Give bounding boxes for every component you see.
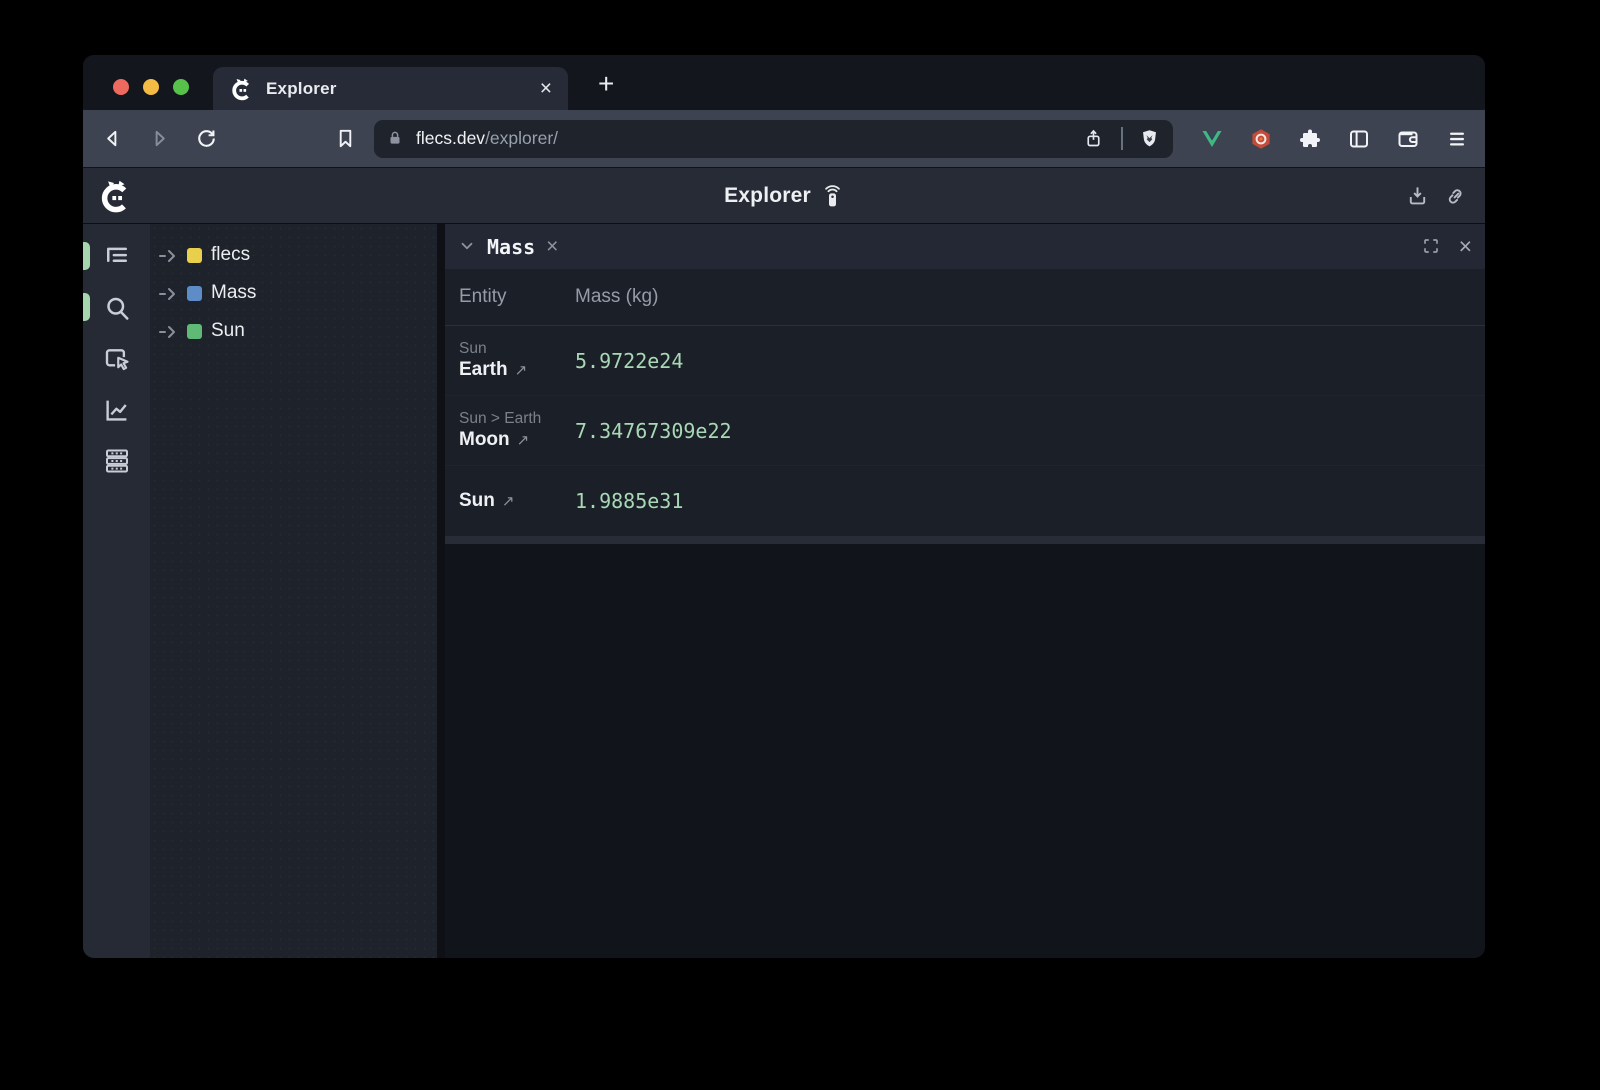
tree-item-label: Sun (211, 320, 245, 342)
new-tab-button[interactable]: + (598, 70, 614, 98)
open-entity-icon[interactable]: ↗ (517, 431, 530, 449)
tab-bar: Explorer × + (83, 55, 1485, 110)
forward-icon[interactable] (146, 126, 172, 152)
open-entity-icon[interactable]: ↗ (502, 492, 515, 510)
vue-devtools-icon[interactable] (1199, 126, 1224, 151)
entity-color-square (187, 286, 202, 301)
url-path: /explorer/ (485, 128, 558, 148)
query-close-icon[interactable]: × (546, 236, 558, 257)
link-icon[interactable] (1445, 184, 1469, 208)
expand-chevron-icon[interactable] (159, 247, 181, 263)
active-indicator-search (83, 293, 90, 321)
browser-window: Explorer × + flecs.dev/explorer/ (83, 55, 1485, 958)
mass-value: 1.9885e31 (575, 489, 1485, 513)
flecs-logo (97, 177, 135, 215)
remote-connection-icon (820, 184, 844, 208)
flecs-favicon (229, 76, 255, 102)
browser-toolbar: flecs.dev/explorer/ (83, 110, 1485, 167)
sidebar-panel-icon[interactable] (1346, 126, 1371, 151)
mass-value: 5.9722e24 (575, 349, 1485, 373)
app-header: Explorer (83, 167, 1485, 223)
tree-item-mass[interactable]: Mass (150, 274, 437, 312)
brave-shield-icon[interactable] (1137, 127, 1161, 151)
inspect-icon[interactable] (100, 342, 134, 376)
tab-close-icon[interactable]: × (540, 78, 552, 99)
tree-view-icon[interactable] (100, 240, 134, 274)
tree-item-label: Mass (211, 282, 256, 304)
column-header-mass: Mass (kg) (575, 286, 1485, 308)
share-icon[interactable] (1081, 127, 1105, 151)
expand-chevron-icon[interactable] (159, 285, 181, 301)
chart-icon[interactable] (100, 393, 134, 427)
table-row[interactable]: Sun ↗ 1.9885e31 (445, 466, 1485, 536)
query-title: Mass (487, 235, 535, 259)
query-panel: Mass × × Entity Mass (kg) Sun Earth ↗ (445, 224, 1485, 544)
tree-item-flecs[interactable]: flecs (150, 236, 437, 274)
close-window-button[interactable] (113, 79, 129, 95)
query-panel-header: Mass × × (445, 224, 1485, 269)
search-icon[interactable] (100, 291, 134, 325)
page-title: Explorer (724, 184, 811, 208)
url-domain: flecs.dev (416, 128, 485, 148)
tree-item-sun[interactable]: Sun (150, 312, 437, 350)
entity-color-square (187, 248, 202, 263)
expand-chevron-icon[interactable] (159, 323, 181, 339)
menu-icon[interactable] (1444, 126, 1469, 151)
table-row[interactable]: Sun > Earth Moon ↗ 7.34767309e22 (445, 396, 1485, 466)
tables-icon[interactable] (100, 444, 134, 478)
table-header: Entity Mass (kg) (445, 269, 1485, 326)
entity-name[interactable]: Moon (459, 429, 510, 451)
panel-close-icon[interactable]: × (1459, 235, 1472, 258)
content-area: flecs Mass Sun (83, 223, 1485, 958)
chevron-down-icon[interactable] (458, 237, 478, 257)
entity-name[interactable]: Earth (459, 359, 508, 381)
extensions-puzzle-icon[interactable] (1297, 126, 1322, 151)
tab-explorer[interactable]: Explorer × (213, 67, 568, 110)
fullscreen-icon[interactable] (1422, 237, 1442, 257)
download-icon[interactable] (1406, 184, 1430, 208)
entity-parent-path: Sun (459, 340, 575, 358)
address-bar-divider (1121, 127, 1123, 150)
entity-name[interactable]: Sun (459, 490, 495, 512)
traffic-lights (113, 79, 189, 95)
table-row[interactable]: Sun Earth ↗ 5.9722e24 (445, 326, 1485, 396)
minimize-window-button[interactable] (143, 79, 159, 95)
bookmark-icon[interactable] (332, 126, 358, 152)
lock-icon (386, 129, 406, 149)
entity-parent-path: Sun > Earth (459, 410, 575, 428)
reload-icon[interactable] (193, 126, 219, 152)
active-indicator-tree (83, 242, 90, 270)
tab-title: Explorer (266, 79, 529, 99)
entity-color-square (187, 324, 202, 339)
tree-item-label: flecs (211, 244, 250, 266)
url-text: flecs.dev/explorer/ (416, 128, 1067, 149)
left-icon-sidebar (83, 224, 150, 958)
main-area: Mass × × Entity Mass (kg) Sun Earth ↗ (445, 224, 1485, 958)
entity-tree-panel: flecs Mass Sun (150, 224, 445, 958)
open-entity-icon[interactable]: ↗ (515, 361, 528, 379)
extension-icons (1199, 126, 1469, 151)
mass-value: 7.34767309e22 (575, 419, 1485, 443)
hexagon-extension-icon[interactable] (1248, 126, 1273, 151)
address-bar[interactable]: flecs.dev/explorer/ (374, 120, 1173, 158)
back-icon[interactable] (99, 126, 125, 152)
column-header-entity: Entity (445, 286, 575, 308)
wallet-icon[interactable] (1395, 126, 1420, 151)
zoom-window-button[interactable] (173, 79, 189, 95)
